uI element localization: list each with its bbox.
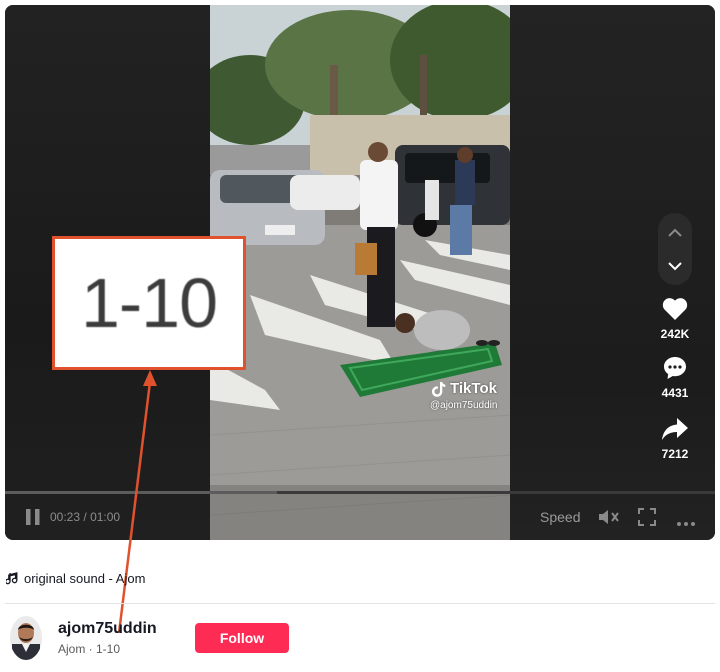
sound-link[interactable]: original sound - Ajom: [6, 571, 145, 586]
watermark-handle: @ajom75uddin: [430, 400, 498, 411]
watermark-brand: TikTok: [450, 380, 497, 397]
more-options-button[interactable]: [676, 514, 696, 532]
next-video-button[interactable]: [658, 249, 692, 283]
tiktok-watermark: TikTok @ajom75uddin: [430, 380, 498, 411]
current-time: 00:23: [50, 510, 81, 524]
music-note-icon: [6, 571, 18, 586]
chevron-up-icon: [668, 228, 682, 237]
video-nav: [658, 213, 692, 285]
progress-bar[interactable]: [5, 491, 715, 494]
follow-button[interactable]: Follow: [195, 623, 289, 653]
share-count: 7212: [661, 447, 689, 461]
time-separator: /: [83, 510, 87, 524]
zoom-callout-text: 1-10: [80, 264, 218, 342]
time-display: 00:23 / 01:00: [50, 510, 120, 524]
mute-icon: [598, 508, 620, 526]
fullscreen-button[interactable]: [638, 508, 656, 531]
like-button[interactable]: 242K: [645, 295, 705, 341]
heart-icon: [662, 297, 688, 321]
like-count: 242K: [660, 327, 690, 341]
duration: 01:00: [90, 510, 121, 524]
more-icon: [676, 521, 696, 527]
chevron-down-icon: [668, 261, 682, 271]
author-subline: Ajom · 1-10: [58, 642, 121, 656]
video-frame[interactable]: TikTok @ajom75uddin: [210, 5, 510, 540]
share-button[interactable]: 7212: [645, 415, 705, 461]
fullscreen-icon: [638, 508, 656, 526]
pause-icon: [25, 508, 41, 526]
comment-icon: [662, 355, 688, 381]
mute-button[interactable]: [598, 508, 620, 531]
tiktok-logo-icon: [432, 381, 446, 397]
pause-button[interactable]: [25, 508, 41, 531]
comment-count: 4431: [661, 386, 689, 400]
comment-button[interactable]: 4431: [645, 354, 705, 400]
previous-video-button[interactable]: [658, 215, 692, 249]
progress-fill: [5, 491, 277, 494]
zoom-callout: 1-10: [52, 236, 246, 370]
avatar[interactable]: [10, 616, 42, 660]
sound-label: original sound - Ajom: [24, 571, 146, 586]
video-scene: [210, 5, 510, 540]
speed-button[interactable]: Speed: [540, 509, 580, 525]
divider: [5, 603, 715, 604]
author-username[interactable]: ajom75uddin: [58, 620, 157, 638]
share-icon: [661, 417, 689, 441]
